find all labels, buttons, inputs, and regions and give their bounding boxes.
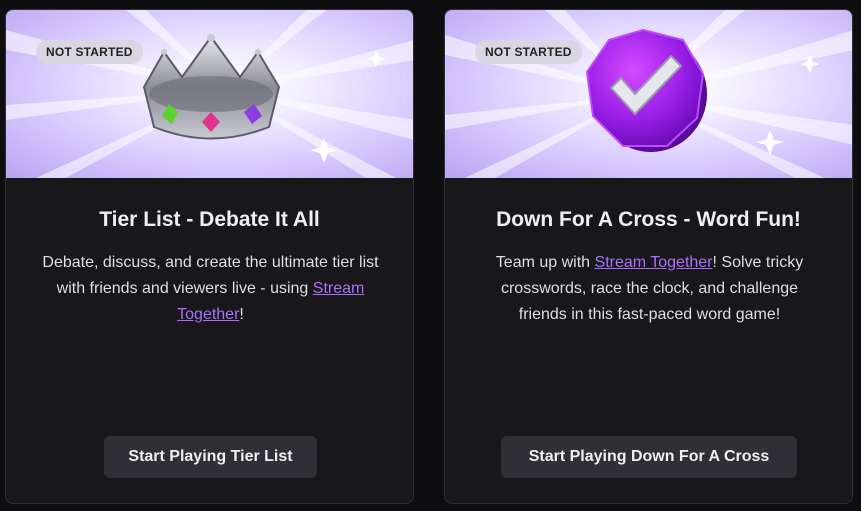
status-badge: NOT STARTED	[36, 40, 143, 64]
description-text-end: !	[239, 306, 244, 323]
status-badge: NOT STARTED	[475, 40, 582, 64]
stream-together-link[interactable]: Stream Together	[595, 254, 713, 271]
card-description: Team up with Stream Together! Solve tric…	[475, 250, 824, 328]
start-playing-down-for-a-cross-button[interactable]: Start Playing Down For A Cross	[501, 436, 797, 478]
card-description: Debate, discuss, and create the ultimate…	[36, 250, 385, 328]
start-playing-tier-list-button[interactable]: Start Playing Tier List	[104, 436, 317, 478]
game-card-tier-list: NOT STARTED Tier List - Debate It All De…	[5, 9, 414, 504]
game-card-down-for-a-cross: NOT STARTED Down For A Cross - Word Fun!…	[444, 9, 853, 504]
checkmark-coin-icon	[583, 26, 711, 161]
card-banner: NOT STARTED	[445, 10, 852, 178]
card-title: Down For A Cross - Word Fun!	[496, 208, 801, 231]
card-banner: NOT STARTED	[6, 10, 413, 178]
description-text: Team up with	[495, 254, 595, 271]
card-title: Tier List - Debate It All	[99, 208, 320, 231]
crown-icon	[134, 32, 289, 155]
